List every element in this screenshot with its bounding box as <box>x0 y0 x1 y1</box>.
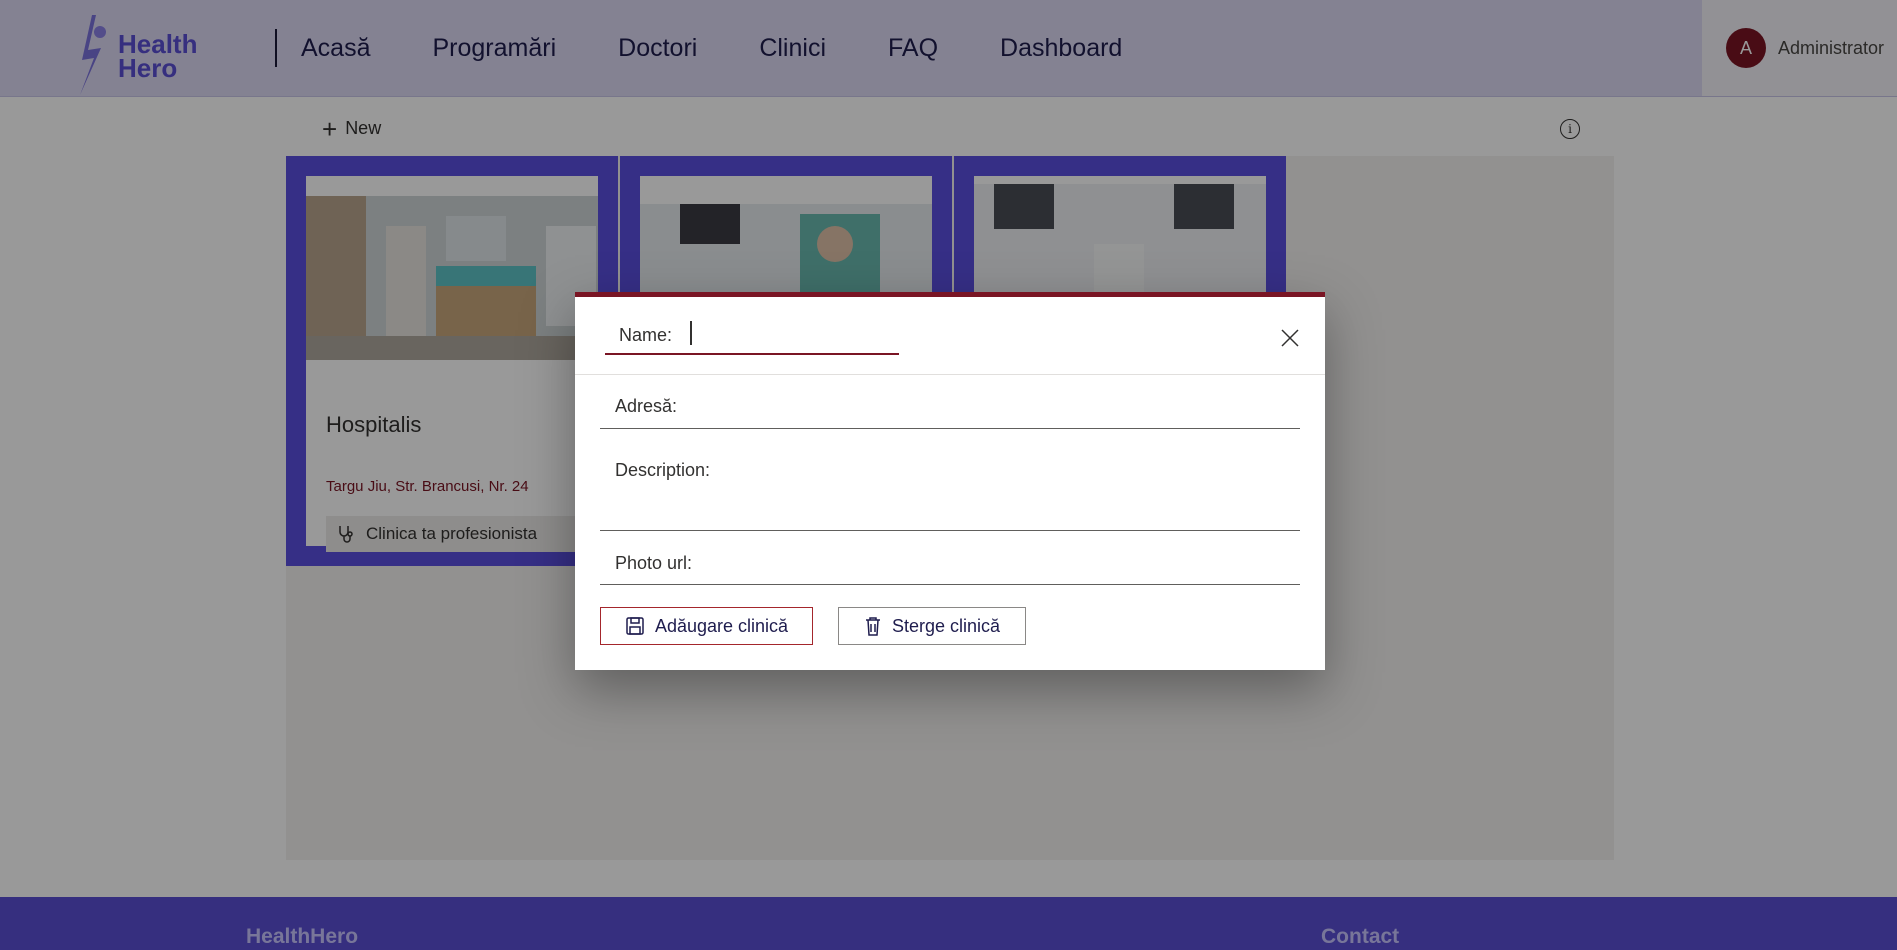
name-field[interactable]: Name: <box>605 319 899 355</box>
text-caret <box>690 321 692 345</box>
photo-url-field[interactable]: Photo url: <box>600 547 1300 585</box>
address-field[interactable]: Adresă: <box>600 386 1300 429</box>
description-label: Description: <box>615 460 711 480</box>
delete-clinic-label: Sterge clinică <box>891 615 1001 636</box>
description-field[interactable]: Description: <box>600 448 1300 531</box>
dialog-header: Name: <box>575 297 1325 375</box>
close-icon[interactable] <box>1279 327 1301 349</box>
photo-url-label: Photo url: <box>615 553 693 573</box>
save-icon <box>626 617 644 635</box>
name-label: Name: <box>619 325 673 345</box>
delete-clinic-button[interactable]: Sterge clinică <box>838 607 1026 645</box>
add-clinic-label: Adăugare clinică <box>654 615 789 636</box>
address-label: Adresă: <box>615 396 678 416</box>
add-clinic-button[interactable]: Adăugare clinică <box>600 607 813 645</box>
add-clinic-dialog: Name: Adresă: Description: Photo url: Ad… <box>575 292 1325 670</box>
trash-icon <box>865 617 880 636</box>
